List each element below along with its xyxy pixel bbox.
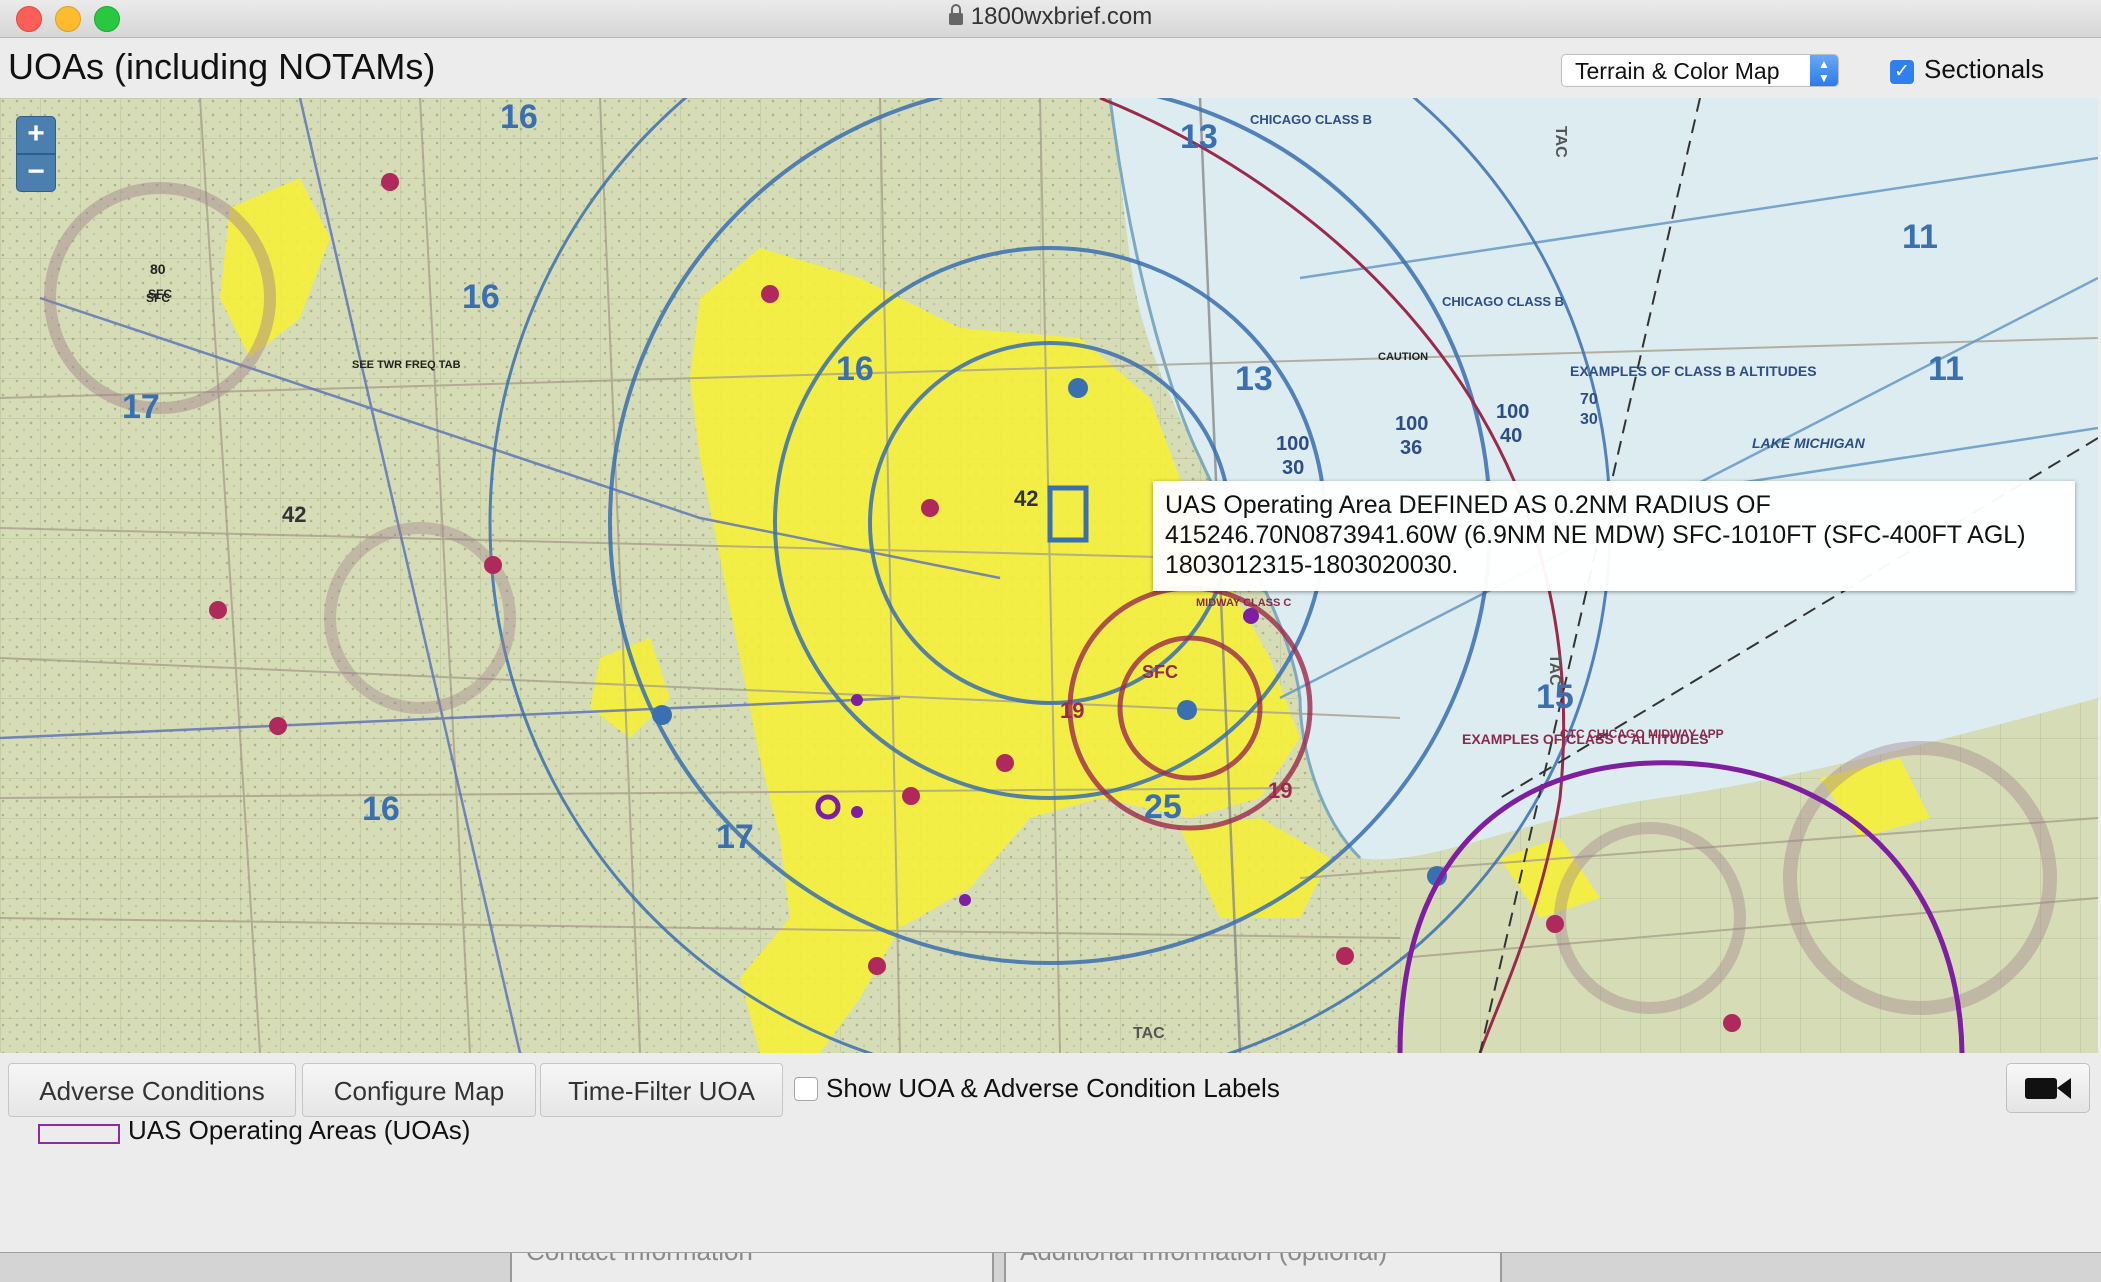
class-b-floor-30: 30 <box>1282 457 1304 479</box>
page-title: UOAs (including NOTAMs) <box>8 46 436 87</box>
zoom-in-button[interactable]: + <box>16 116 56 154</box>
max-elev-label-13b: 13 <box>1235 360 1273 398</box>
class-b-floor-36: 36 <box>1400 437 1422 459</box>
class-c-floor-19: 19 <box>1060 698 1084 723</box>
class-c-floor-19b: 19 <box>1268 778 1292 803</box>
sectionals-label: Sectionals <box>1924 54 2044 84</box>
sectionals-checkbox[interactable]: ✓ <box>1890 60 1914 84</box>
map-type-select-value: Terrain & Color Map <box>1575 58 1780 84</box>
example-ceiling-70: 70 <box>1580 391 1598 408</box>
class-d-ceiling-80: 80 <box>150 261 166 277</box>
background-contact-section: Contact Information <box>510 1236 994 1282</box>
uoa-legend-label: UAS Operating Areas (UOAs) <box>128 1115 471 1145</box>
video-camera-button[interactable] <box>2006 1063 2090 1113</box>
max-elev-label-15: 15 <box>1536 678 1574 716</box>
caution-label: CAUTION <box>1378 351 1428 363</box>
max-elev-label-25: 25 <box>1144 788 1182 826</box>
class-b-floor-40: 40 <box>1500 425 1522 447</box>
map-type-select[interactable]: Terrain & Color Map ▲ ▼ <box>1561 54 1839 87</box>
map-toolbar: Adverse Conditions Configure Map Time-Fi… <box>0 1053 2101 1252</box>
max-elev-label-42b: 42 <box>282 502 306 527</box>
window-titlebar: 1800wxbrief.com <box>0 0 2101 38</box>
video-camera-icon <box>2025 1078 2071 1099</box>
max-elev-label-16d: 16 <box>362 790 400 828</box>
select-arrows-icon: ▲ ▼ <box>1810 55 1838 86</box>
tac-label-3: TAC <box>1133 1025 1165 1042</box>
chicago-class-b-label: CHICAGO CLASS B <box>1250 112 1372 127</box>
max-elev-label-16c: 16 <box>836 350 874 388</box>
max-elev-label-16: 16 <box>500 98 538 136</box>
configure-map-button[interactable]: Configure Map <box>302 1063 536 1117</box>
adverse-conditions-button[interactable]: Adverse Conditions <box>8 1063 296 1117</box>
max-elev-label-13: 13 <box>1180 118 1218 156</box>
show-labels-label: Show UOA & Adverse Condition Labels <box>826 1073 1280 1103</box>
midway-approach-label: CTC CHICAGO MIDWAY APP <box>1560 727 1724 741</box>
class-b-altitudes-label: EXAMPLES OF CLASS B ALTITUDES <box>1570 363 1817 379</box>
sectional-map[interactable]: CHICAGO CLASS B CHICAGO CLASS B EXAMPLES… <box>0 98 2098 1053</box>
show-labels-checkbox[interactable] <box>794 1077 818 1101</box>
uoa-legend-swatch <box>38 1124 120 1144</box>
max-elev-label-17: 17 <box>122 388 160 426</box>
panel-header: UOAs (including NOTAMs) Terrain & Color … <box>0 38 2101 98</box>
see-twr-freq-label: SEE TWR FREQ TAB <box>352 359 461 371</box>
max-elev-label-17b: 17 <box>716 818 754 856</box>
class-b-ceiling-100: 100 <box>1395 413 1428 435</box>
tac-label: TAC <box>1552 126 1569 158</box>
midway-class-c-label: MIDWAY CLASS C <box>1196 597 1291 609</box>
example-floor-30: 30 <box>1580 411 1598 428</box>
class-b-ceiling-100-40: 100 <box>1496 401 1529 423</box>
max-elev-label-11b: 11 <box>1928 350 1964 388</box>
lake-michigan-label: LAKE MICHIGAN <box>1752 435 1866 451</box>
lock-icon <box>948 4 963 25</box>
chicago-class-b-label-2: CHICAGO CLASS B <box>1442 294 1564 309</box>
uoa-tooltip: UAS Operating Area DEFINED AS 0.2NM RADI… <box>1153 481 2075 591</box>
class-d-floor-sfc: SFC <box>146 291 170 305</box>
time-filter-uoa-button[interactable]: Time-Filter UOA <box>540 1063 783 1117</box>
background-additional-section: Additional Information (optional) <box>1004 1236 1502 1282</box>
browser-window: 1800wxbrief.com UOAs (including NOTAMs) … <box>0 0 2101 1253</box>
zoom-out-button[interactable]: − <box>16 154 56 192</box>
max-elev-label-11: 11 <box>1902 218 1938 256</box>
url-text: 1800wxbrief.com <box>970 3 1153 30</box>
address-bar[interactable]: 1800wxbrief.com <box>0 3 2101 31</box>
max-elev-label-42: 42 <box>1014 486 1038 511</box>
class-b-ceiling-100-30: 100 <box>1276 433 1309 455</box>
sfc-label: SFC <box>1142 662 1178 682</box>
max-elev-label-16b: 16 <box>462 278 500 316</box>
